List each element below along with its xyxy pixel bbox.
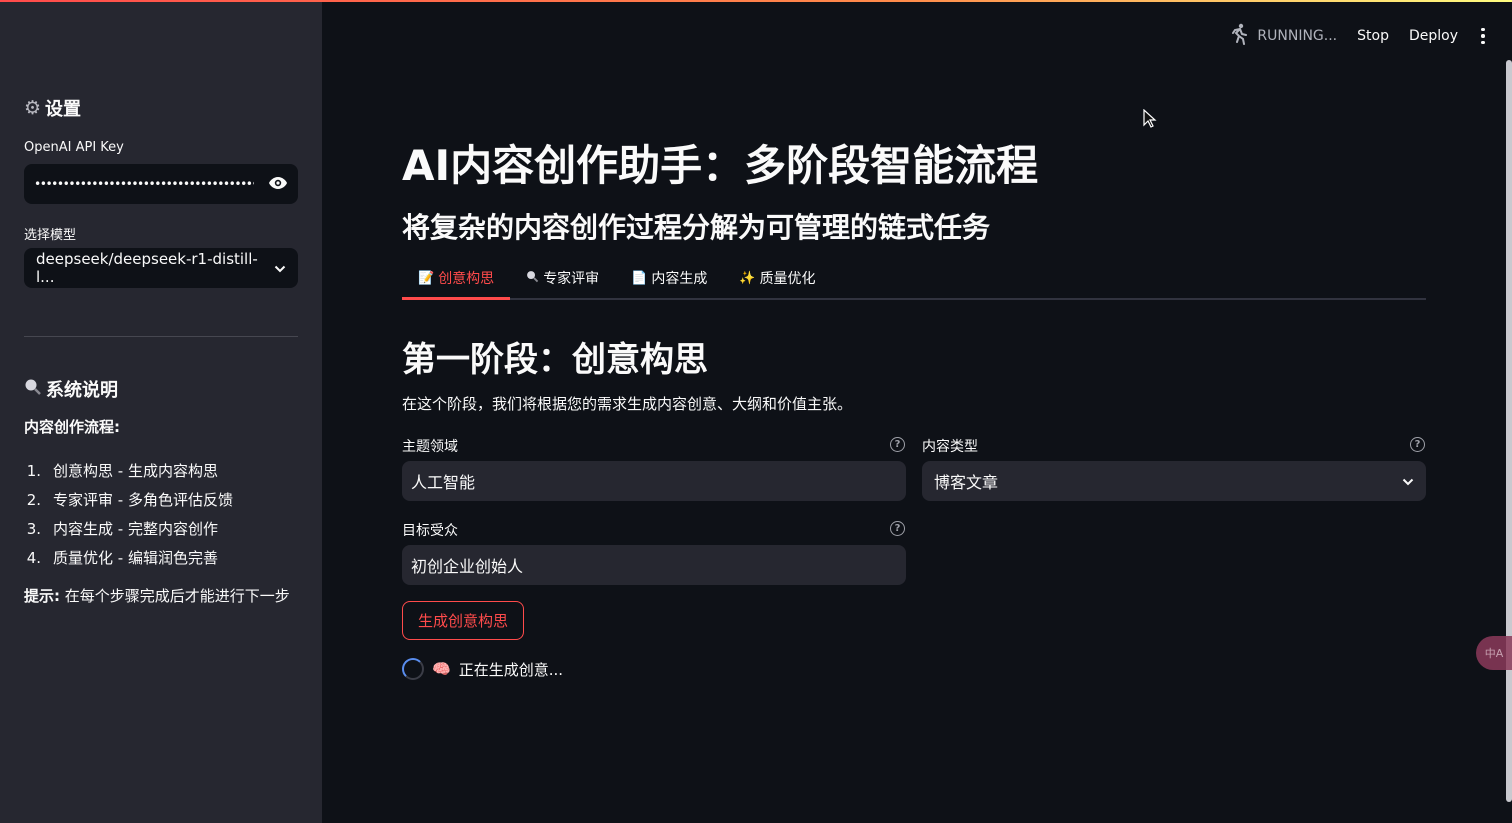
chevron-down-icon	[1402, 472, 1414, 490]
list-item: 2. 专家评审 - 多角色评估反馈	[26, 490, 233, 510]
tab-bar: 📝 创意构思 专家评审 📄 内容生成 ✨ 质量优化	[402, 258, 1426, 300]
model-select-value: deepseek/deepseek-r1-distill-l...	[36, 250, 258, 286]
scrollbar[interactable]	[1506, 60, 1512, 802]
tab-ideation[interactable]: 📝 创意构思	[402, 258, 511, 300]
help-icon[interactable]: ?	[890, 437, 905, 452]
audience-label: 目标受众	[402, 523, 458, 539]
help-icon[interactable]: ?	[1410, 437, 1425, 452]
system-info-heading: 系统说明	[24, 376, 118, 402]
stop-button[interactable]: Stop	[1357, 28, 1389, 44]
main-menu-kebab-icon[interactable]	[1478, 27, 1488, 45]
topic-label: 主题领域	[402, 439, 458, 455]
list-item: 1. 创意构思 - 生成内容构思	[26, 461, 218, 481]
brain-icon: 🧠	[432, 660, 451, 678]
section-description: 在这个阶段，我们将根据您的需求生成内容创意、大纲和价值主张。	[402, 395, 853, 413]
tab-expert-review[interactable]: 专家评审	[510, 258, 615, 298]
loading-indicator: 🧠 正在生成创意...	[402, 658, 563, 680]
content-type-select[interactable]: 博客文章	[922, 461, 1426, 501]
magnifier-icon	[526, 270, 539, 287]
list-item: 3. 内容生成 - 完整内容创作	[26, 519, 218, 539]
memo-icon: 📝	[418, 270, 435, 286]
sidebar-divider	[24, 336, 298, 337]
list-item: 4. 质量优化 - 编辑润色完善	[26, 548, 218, 568]
sparkles-icon: ✨	[739, 270, 756, 286]
model-label: 选择模型	[24, 228, 77, 243]
steps-list: 1. 创意构思 - 生成内容构思 2. 专家评审 - 多角色评估反馈 3. 内容生成 …	[24, 456, 298, 572]
magnifier-icon	[24, 378, 42, 401]
topic-input[interactable]: 人工智能	[402, 461, 906, 501]
section-title: 第一阶段：创意构思	[402, 340, 708, 380]
document-icon: 📄	[631, 270, 648, 286]
audience-input[interactable]: 初创企业创始人	[402, 545, 906, 585]
help-icon[interactable]: ?	[890, 521, 905, 536]
deploy-button[interactable]: Deploy	[1409, 28, 1458, 44]
running-status: RUNNING...	[1229, 23, 1337, 49]
tab-content-generation[interactable]: 📄 内容生成	[615, 258, 723, 298]
show-password-eye-icon[interactable]	[254, 175, 288, 194]
spinner-icon	[402, 658, 424, 680]
app-toolbar: RUNNING... Stop Deploy	[1229, 23, 1488, 49]
gear-icon: ⚙	[24, 97, 42, 119]
content-type-label: 内容类型	[922, 439, 978, 455]
page-subtitle: 将复杂的内容创作过程分解为可管理的链式任务	[402, 211, 991, 244]
api-key-label: OpenAI API Key	[24, 140, 124, 155]
tip-text: 提示: 在每个步骤完成后才能进行下一步	[24, 587, 290, 605]
settings-heading: ⚙ 设置	[24, 97, 82, 120]
model-select[interactable]: deepseek/deepseek-r1-distill-l...	[24, 248, 298, 288]
generate-ideas-button[interactable]: 生成创意构思	[402, 601, 524, 640]
flow-title: 内容创作流程:	[24, 418, 120, 436]
running-man-icon	[1229, 23, 1249, 49]
chevron-down-icon	[274, 259, 286, 277]
mouse-cursor-icon	[1143, 108, 1157, 133]
page-title: AI内容创作助手：多阶段智能流程	[402, 141, 1039, 190]
api-key-value: ••••••••••••••••••••••••••••••••••••••••…	[34, 177, 254, 191]
api-key-input[interactable]: ••••••••••••••••••••••••••••••••••••••••…	[24, 164, 298, 204]
top-decoration-bar	[0, 0, 1512, 2]
tab-quality-optimization[interactable]: ✨ 质量优化	[723, 258, 831, 298]
translate-icon[interactable]: 中A	[1476, 636, 1512, 670]
sidebar: ⚙ 设置 OpenAI API Key ••••••••••••••••••••…	[0, 0, 322, 823]
